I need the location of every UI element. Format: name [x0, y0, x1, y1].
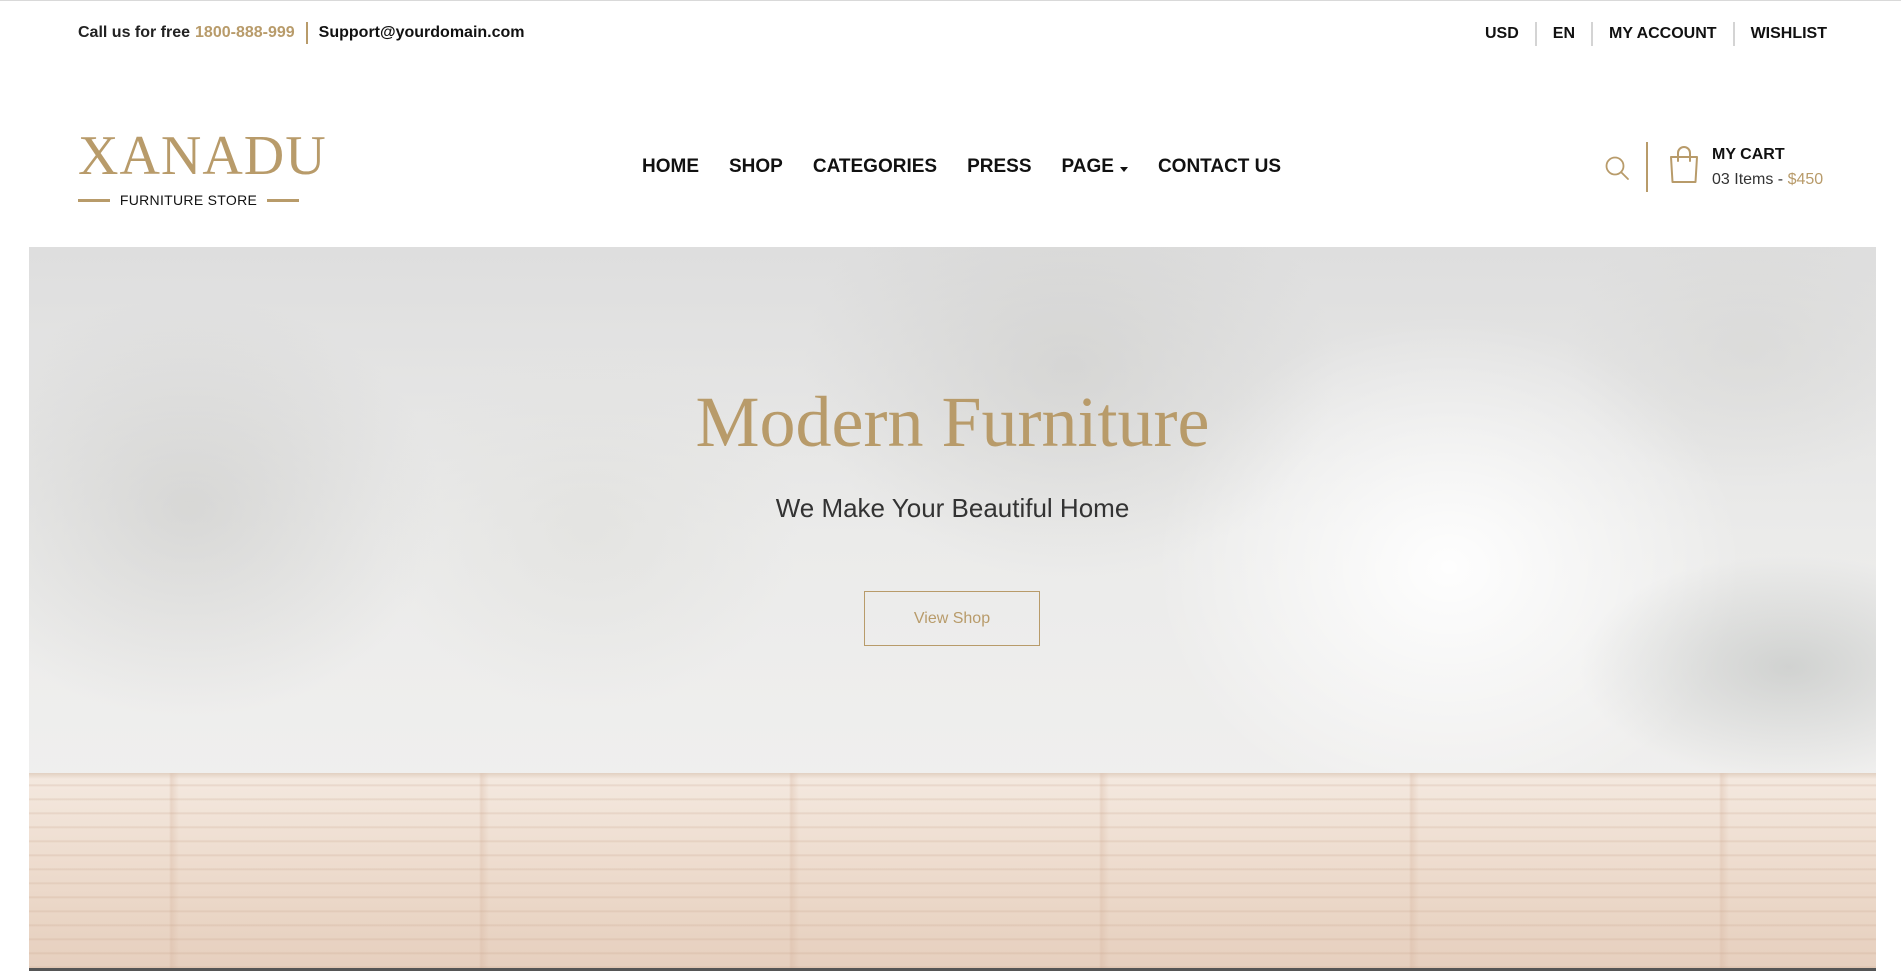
nav-item-categories[interactable]: CATEGORIES	[813, 156, 937, 178]
cart-total: $450	[1787, 171, 1824, 188]
caret-down-icon	[1119, 166, 1128, 172]
nav-item-contact-us[interactable]: CONTACT US	[1158, 156, 1281, 178]
my-account-link[interactable]: MY ACCOUNT	[1591, 22, 1733, 46]
hero-floor-image	[29, 773, 1876, 971]
nav-item-page-label: PAGE	[1061, 156, 1114, 177]
hero-banner: Modern Furniture We Make Your Beautiful …	[29, 247, 1876, 971]
logo-subtitle-row: FURNITURE STORE	[78, 192, 299, 208]
nav-item-home[interactable]: HOME	[642, 156, 699, 178]
hero-floor-edge	[29, 773, 1876, 779]
top-bar: Call us for free 1800-888-999 Support@yo…	[0, 0, 1901, 66]
logo-subtitle: FURNITURE STORE	[119, 192, 258, 208]
email-link[interactable]: Support@yourdomain.com	[319, 24, 525, 42]
cart-summary[interactable]: MY CART 03 Items - $450	[1712, 145, 1823, 190]
hero-title: Modern Furniture	[695, 382, 1210, 462]
call-text: Call us for free	[78, 24, 191, 41]
cart-items-line: 03 Items - $450	[1712, 170, 1823, 190]
shopping-bag-icon[interactable]	[1668, 144, 1700, 184]
view-shop-button[interactable]: View Shop	[864, 591, 1040, 646]
logo-line-right	[267, 198, 299, 202]
logo-title: XANADU	[78, 125, 327, 187]
phone-link[interactable]: 1800-888-999	[195, 24, 295, 42]
cart-title: MY CART	[1712, 146, 1785, 163]
logo-line-left	[78, 198, 110, 202]
wishlist-link[interactable]: WISHLIST	[1732, 22, 1827, 46]
search-icon[interactable]	[1604, 155, 1630, 181]
top-links: USD EN MY ACCOUNT WISHLIST	[1469, 22, 1827, 46]
header-divider	[1646, 142, 1648, 192]
cart-item-count: 03 Items -	[1712, 171, 1788, 188]
currency-selector[interactable]: USD	[1469, 22, 1535, 46]
nav-item-shop[interactable]: SHOP	[729, 156, 783, 178]
hero-subtitle: We Make Your Beautiful Home	[775, 493, 1130, 523]
nav-item-press[interactable]: PRESS	[967, 156, 1031, 178]
site-logo[interactable]: XANADU FURNITURE STORE	[78, 125, 327, 208]
main-nav: HOME SHOP CATEGORIES PRESS PAGE CONTACT …	[642, 156, 1281, 178]
language-selector[interactable]: EN	[1534, 22, 1591, 46]
nav-item-page[interactable]: PAGE	[1062, 156, 1128, 178]
contact-info: Call us for free 1800-888-999 Support@yo…	[78, 22, 525, 44]
contact-divider	[305, 22, 308, 44]
